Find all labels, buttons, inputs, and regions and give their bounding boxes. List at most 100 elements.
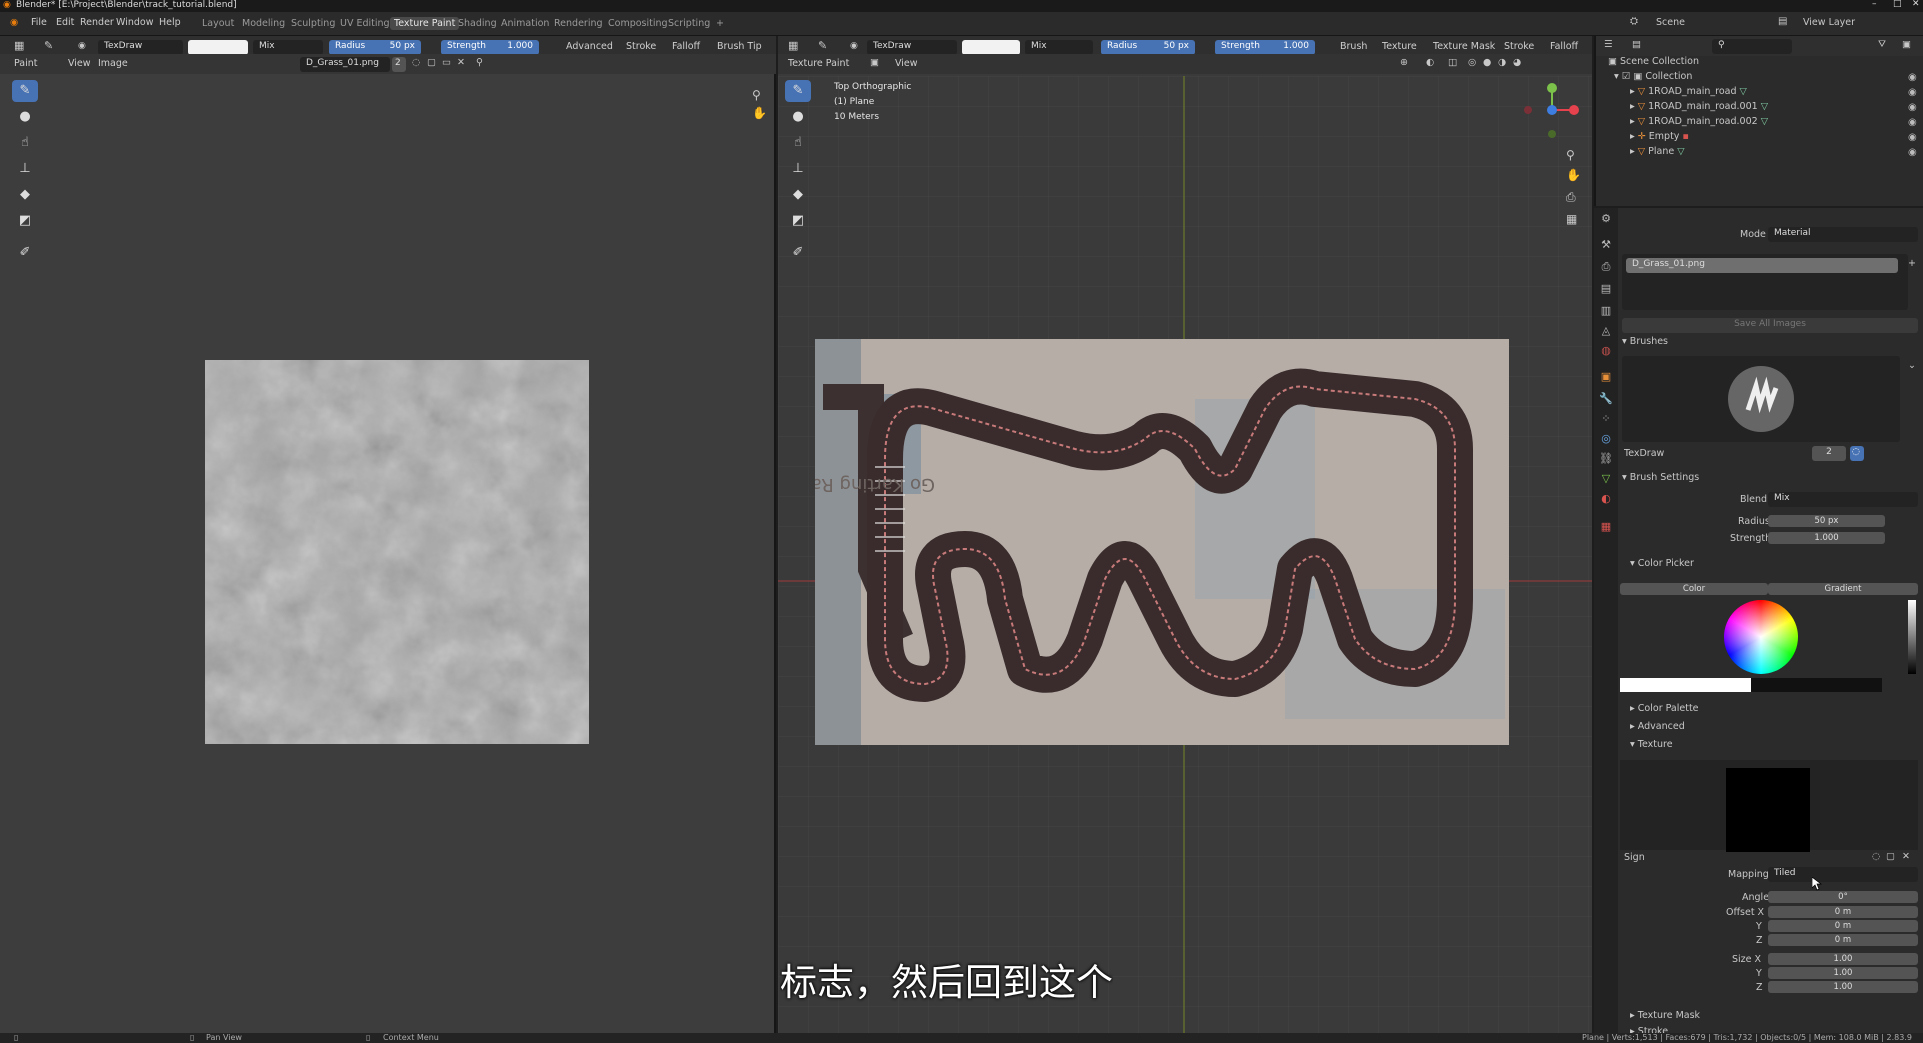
add-slot-icon[interactable]: + <box>1908 258 1916 269</box>
angle-field[interactable]: 0° <box>1768 891 1918 903</box>
brush-tip-menu[interactable]: Brush Tip <box>717 41 762 52</box>
viewport-gizmo-icon[interactable]: ⊕ <box>1400 57 1408 68</box>
menu-file[interactable]: File <box>31 17 47 28</box>
size-z-field[interactable]: 1.00 <box>1768 981 1918 993</box>
scene-name[interactable]: Scene <box>1656 17 1685 28</box>
output-tab-icon[interactable]: ▤ <box>1596 282 1616 298</box>
smear-tool-icon[interactable]: ☝ <box>12 132 38 154</box>
texture-preview-image[interactable] <box>1726 768 1810 852</box>
viewport-render-icon[interactable]: ◕ <box>1513 57 1521 68</box>
menu-help[interactable]: Help <box>159 17 181 28</box>
strength-slider[interactable]: 1.000 <box>1768 532 1885 544</box>
draw-tool-icon[interactable]: ✎ <box>12 80 38 102</box>
texture-tab-icon[interactable]: ▦ <box>1596 520 1616 536</box>
color-picker-header[interactable]: ▾ Color Picker <box>1630 558 1694 569</box>
advanced-header[interactable]: ▸ Advanced <box>1630 721 1685 732</box>
visibility-eye-icon[interactable]: ◉ <box>1908 117 1917 128</box>
particles-tab-icon[interactable]: ⁘ <box>1596 412 1616 428</box>
mask-tool-icon[interactable]: ◩ <box>12 210 38 232</box>
vp-grid-icon[interactable]: ▦ <box>1566 212 1577 226</box>
data-tab-icon[interactable]: ▽ <box>1596 472 1616 488</box>
texture-name[interactable]: Sign <box>1624 852 1645 863</box>
view-menu[interactable]: View <box>68 58 91 69</box>
outliner-item[interactable]: ▸ ▽ Plane ▽ <box>1630 146 1685 157</box>
zoom-icon[interactable]: ⚲ <box>752 88 761 102</box>
radius-slider[interactable]: 50 px <box>1768 515 1885 527</box>
tab-sculpting[interactable]: Sculpting <box>287 17 339 30</box>
visibility-eye-icon[interactable]: ◉ <box>1908 87 1917 98</box>
mapping-dropdown[interactable]: Tiled <box>1768 867 1918 882</box>
new-collection-icon[interactable]: ▣ <box>1902 39 1911 50</box>
gradient-tab[interactable]: Gradient <box>1768 583 1918 595</box>
soften-tool-icon[interactable]: ● <box>12 106 38 128</box>
viewport-brush-tool-icon[interactable]: ✎ <box>818 39 827 52</box>
vp-draw-tool-icon[interactable]: ✎ <box>785 80 811 102</box>
viewport-mode-icon[interactable]: ▣ <box>870 57 879 68</box>
pin-icon[interactable]: ⚲ <box>476 57 483 68</box>
viewport-material-icon[interactable]: ◑ <box>1498 57 1506 68</box>
visibility-eye-icon[interactable]: ◉ <box>1908 132 1917 143</box>
tab-rendering[interactable]: Rendering <box>550 17 607 30</box>
fake-user-icon[interactable]: ◌ <box>412 57 420 68</box>
advanced-menu[interactable]: Advanced <box>566 41 613 52</box>
color-swatch-bar[interactable] <box>1620 678 1882 692</box>
viewport-radius-field[interactable]: Radius 50 px <box>1101 40 1195 55</box>
object-tab-icon[interactable]: ▣ <box>1596 370 1616 386</box>
display-mode-icon[interactable]: ▤ <box>1632 39 1641 50</box>
size-x-field[interactable]: 1.00 <box>1768 953 1918 965</box>
save-all-images-button[interactable]: Save All Images <box>1622 318 1918 333</box>
viewport-stroke-menu[interactable]: Stroke <box>1504 41 1534 52</box>
filter-icon[interactable]: ⛛ <box>1878 39 1886 50</box>
vp-clone-tool-icon[interactable]: ⊥ <box>785 158 811 180</box>
menu-render[interactable]: Render <box>80 17 114 28</box>
viewport-overlay-icon[interactable]: ◐ <box>1426 57 1434 68</box>
viewport-texture-mask-menu[interactable]: Texture Mask <box>1433 41 1495 52</box>
viewport-view-menu[interactable]: View <box>895 58 918 69</box>
open-image-icon[interactable]: ▭ <box>442 57 451 68</box>
viewport-falloff-menu[interactable]: Falloff <box>1550 41 1578 52</box>
texture-unlink-icon[interactable]: ✕ <box>1902 851 1910 862</box>
viewport-texture-menu[interactable]: Texture <box>1382 41 1417 52</box>
blender-menu-icon[interactable]: ◉ <box>10 17 18 28</box>
falloff-menu[interactable]: Falloff <box>672 41 700 52</box>
texture-header[interactable]: ▾ Texture <box>1630 739 1673 750</box>
properties-editor-icon[interactable]: ⚙ <box>1596 212 1616 228</box>
constraints-tab-icon[interactable]: ⛓ <box>1596 452 1616 468</box>
color-tab[interactable]: Color <box>1620 583 1768 595</box>
outliner-editor-icon[interactable]: ☰ <box>1604 39 1613 50</box>
tab-texture-paint[interactable]: Texture Paint <box>390 17 460 30</box>
mode-menu[interactable]: Paint <box>14 58 38 69</box>
fill-tool-icon[interactable]: ◆ <box>12 184 38 206</box>
navigation-gizmo[interactable] <box>1518 78 1582 142</box>
stroke-menu[interactable]: Stroke <box>626 41 656 52</box>
brush-tool-icon[interactable]: ✎ <box>44 39 53 52</box>
blend-dropdown[interactable]: Mix <box>1768 492 1918 507</box>
viewport-mode-menu[interactable]: Texture Paint <box>788 58 849 69</box>
modifier-tab-icon[interactable]: 🔧 <box>1596 392 1616 408</box>
outliner-collection[interactable]: ▾ ☑ ▣ Collection <box>1614 71 1692 82</box>
tab-shading[interactable]: Shading <box>454 17 501 30</box>
blend-dropdown[interactable]: Mix <box>253 40 323 55</box>
color-palette-header[interactable]: ▸ Color Palette <box>1630 703 1699 714</box>
add-workspace-icon[interactable]: + <box>712 17 728 30</box>
strength-field[interactable]: Strength 1.000 <box>441 40 539 55</box>
vp-zoom-icon[interactable]: ⚲ <box>1566 148 1575 162</box>
menu-edit[interactable]: Edit <box>56 17 74 28</box>
viewport-solid-icon[interactable]: ● <box>1483 57 1491 68</box>
tab-modeling[interactable]: Modeling <box>238 17 289 30</box>
brush-preview[interactable] <box>1622 356 1900 442</box>
tab-uv-editing[interactable]: UV Editing <box>336 17 394 30</box>
offset-z-field[interactable]: 0 m <box>1768 934 1918 946</box>
close-icon[interactable]: ✕ <box>1912 0 1920 9</box>
vp-pan-icon[interactable]: ✋ <box>1566 168 1581 182</box>
outliner-search-field[interactable]: ⚲ <box>1712 39 1792 54</box>
editor-type-icon[interactable]: ▦ <box>14 39 24 52</box>
pan-hand-icon[interactable]: ✋ <box>752 106 767 120</box>
outliner-item[interactable]: ▸ ▽ 1ROAD_main_road.002 ▽ <box>1630 116 1768 127</box>
brush-name-field[interactable]: TexDraw <box>98 40 183 55</box>
tool-tab-icon[interactable]: ⚒ <box>1596 238 1616 254</box>
vp-fill-tool-icon[interactable]: ◆ <box>785 184 811 206</box>
value-slider[interactable] <box>1908 600 1916 674</box>
visibility-eye-icon[interactable]: ◉ <box>1908 102 1917 113</box>
color-swatch[interactable] <box>188 40 248 55</box>
